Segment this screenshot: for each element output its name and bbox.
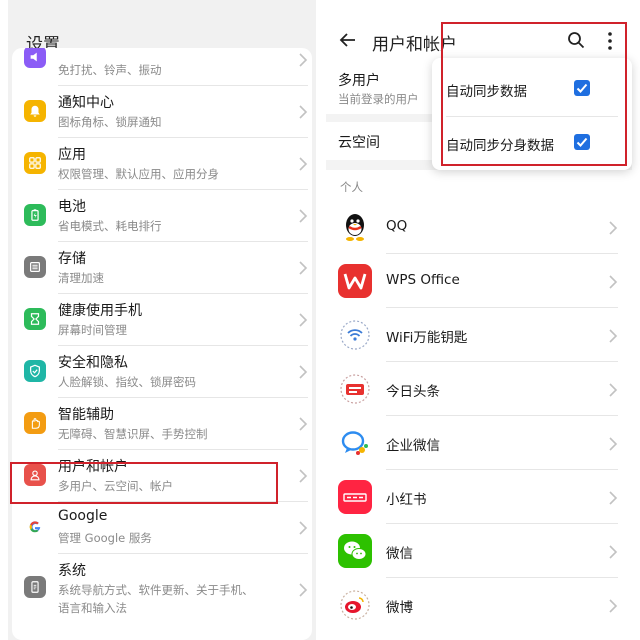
toutiao-icon [338, 372, 372, 406]
account-name: WiFi万能钥匙 [386, 330, 468, 346]
settings-item-subtitle: 图标角标、锁屏通知 [58, 115, 162, 129]
xiaohongshu-icon [338, 480, 372, 514]
account-item-xiaohongshu[interactable]: 小红书 [326, 470, 632, 524]
settings-item-title: 通知中心 [58, 95, 114, 111]
chevron-right-icon [608, 220, 618, 235]
settings-panel: 设置 免打扰、铃声、振动 通知中心 图标角标、锁屏通知 应用 权限管理、默认应用… [8, 0, 316, 640]
chevron-right-icon [608, 598, 618, 613]
settings-item-notification[interactable]: 通知中心 图标角标、锁屏通知 [12, 86, 312, 138]
account-name: QQ [386, 218, 408, 234]
settings-item-subtitle: 管理 Google 服务 [58, 531, 152, 545]
chevron-right-icon [298, 468, 308, 483]
wps-icon [338, 264, 372, 298]
qq-icon [338, 210, 372, 244]
settings-item-title: 健康使用手机 [58, 303, 142, 319]
section-header-personal: 个人 [340, 180, 363, 194]
wecom-icon [338, 426, 372, 460]
settings-item-title: 存储 [58, 251, 86, 267]
back-arrow-icon[interactable] [338, 30, 358, 50]
chevron-right-icon [298, 312, 308, 327]
chevron-right-icon [608, 490, 618, 505]
hand-icon [24, 412, 46, 434]
chevron-right-icon [298, 52, 308, 67]
hourglass-icon [24, 308, 46, 330]
chevron-right-icon [298, 520, 308, 535]
settings-item-title: 应用 [58, 147, 86, 163]
status-bar [8, 0, 316, 14]
account-name: WPS Office [386, 272, 460, 288]
settings-item-apps[interactable]: 应用 权限管理、默认应用、应用分身 [12, 138, 312, 190]
account-item-toutiao[interactable]: 今日头条 [326, 362, 632, 416]
battery-icon [24, 204, 46, 226]
account-name: 微信 [386, 546, 413, 562]
settings-item-accessibility[interactable]: 智能辅助 无障碍、智慧识屏、手势控制 [12, 398, 312, 450]
sound-icon [24, 48, 46, 68]
settings-item-storage[interactable]: 存储 清理加速 [12, 242, 312, 294]
settings-list: 免打扰、铃声、振动 通知中心 图标角标、锁屏通知 应用 权限管理、默认应用、应用… [12, 48, 312, 640]
settings-item-battery[interactable]: 电池 省电模式、耗电排行 [12, 190, 312, 242]
settings-item-security[interactable]: 安全和隐私 人脸解锁、指纹、锁屏密码 [12, 346, 312, 398]
settings-item-title: 安全和隐私 [58, 355, 128, 371]
settings-item-title: Google [58, 508, 108, 524]
chevron-right-icon [608, 274, 618, 289]
highlight-box-sync-menu [441, 22, 627, 166]
settings-item-title: 智能辅助 [58, 407, 114, 423]
google-icon [24, 516, 46, 538]
settings-item-subtitle: 免打扰、铃声、振动 [58, 63, 162, 77]
chevron-right-icon [298, 156, 308, 171]
chevron-right-icon [608, 328, 618, 343]
settings-item-subtitle: 系统导航方式、软件更新、关于手机、 [58, 583, 254, 597]
multi-user-title[interactable]: 多用户 [338, 70, 380, 90]
settings-item-subtitle: 人脸解锁、指纹、锁屏密码 [58, 375, 196, 389]
account-item-wifi-key[interactable]: WiFi万能钥匙 [326, 308, 632, 362]
shield-icon [24, 360, 46, 382]
account-item-wps[interactable]: WPS Office [326, 254, 632, 308]
account-name: 今日头条 [386, 384, 440, 400]
account-item-qq[interactable]: QQ [326, 200, 632, 254]
settings-item-title: 系统 [58, 563, 86, 579]
chevron-right-icon [608, 436, 618, 451]
settings-item-google[interactable]: Google 管理 Google 服务 [12, 502, 312, 554]
highlight-box-users-accounts [10, 462, 278, 504]
account-name: 小红书 [386, 492, 427, 508]
settings-item-digital-balance[interactable]: 健康使用手机 屏幕时间管理 [12, 294, 312, 346]
chevron-right-icon [608, 382, 618, 397]
chevron-right-icon [298, 582, 308, 597]
account-name: 企业微信 [386, 438, 440, 454]
multi-user-subtitle: 当前登录的用户 [338, 92, 419, 106]
account-item-wechat[interactable]: 微信 [326, 524, 632, 578]
phone-icon [24, 576, 46, 598]
wifi-key-icon [338, 318, 372, 352]
settings-item-title: 电池 [58, 199, 86, 215]
chevron-right-icon [298, 104, 308, 119]
settings-item-system[interactable]: 系统 系统导航方式、软件更新、关于手机、 语言和输入法 [12, 554, 312, 626]
settings-item-subtitle: 清理加速 [58, 271, 104, 285]
account-name: 微博 [386, 600, 413, 616]
storage-icon [24, 256, 46, 278]
status-bar [326, 0, 632, 14]
chevron-right-icon [298, 260, 308, 275]
wechat-icon [338, 534, 372, 568]
weibo-icon [338, 588, 372, 622]
chevron-right-icon [298, 364, 308, 379]
cloud-space-item[interactable]: 云空间 [338, 132, 380, 152]
settings-item-subtitle: 无障碍、智慧识屏、手势控制 [58, 427, 208, 441]
account-item-wecom[interactable]: 企业微信 [326, 416, 632, 470]
settings-item-subtitle-line2: 语言和输入法 [58, 601, 127, 615]
screenshot-stage: 设置 免打扰、铃声、振动 通知中心 图标角标、锁屏通知 应用 权限管理、默认应用… [0, 0, 640, 640]
account-item-weibo[interactable]: 微博 [326, 578, 632, 632]
settings-item-subtitle: 权限管理、默认应用、应用分身 [58, 167, 219, 181]
chevron-right-icon [608, 544, 618, 559]
settings-item-subtitle: 屏幕时间管理 [58, 323, 127, 337]
apps-grid-icon [24, 152, 46, 174]
chevron-right-icon [298, 416, 308, 431]
settings-item-subtitle: 省电模式、耗电排行 [58, 219, 162, 233]
settings-item-sound[interactable]: 免打扰、铃声、振动 [12, 48, 312, 86]
bell-icon [24, 100, 46, 122]
chevron-right-icon [298, 208, 308, 223]
